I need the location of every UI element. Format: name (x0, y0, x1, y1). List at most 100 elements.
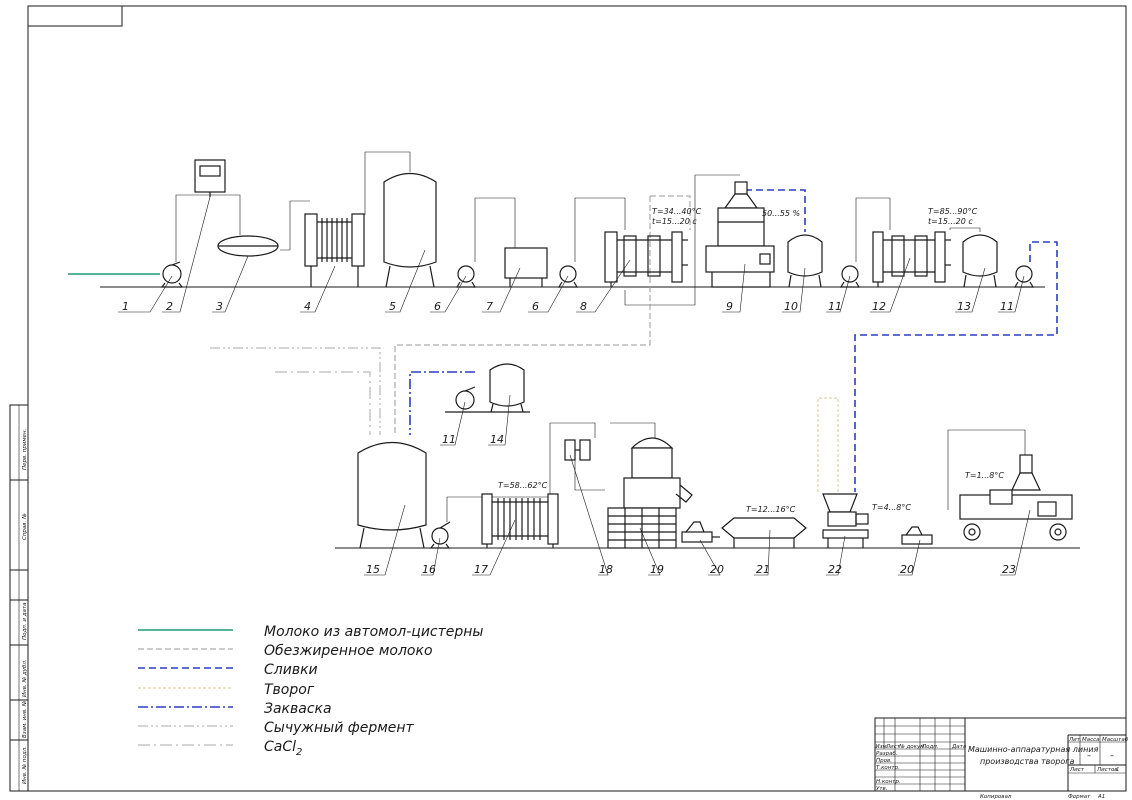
curd-vat-15 (357, 442, 427, 549)
flowmeter-3 (217, 235, 279, 257)
screw-conveyor-20a (681, 521, 720, 543)
annot-t23: T=1...8°C (965, 471, 1004, 480)
control-panel-2 (194, 159, 226, 197)
side-stamp: Перв. примен. Справ. № Подп. и дата Инв.… (9, 404, 29, 792)
pos-2: 2 (166, 300, 173, 313)
tb-row-razrab: Разраб. (876, 751, 898, 757)
tb-sheets-count: 1 (1116, 767, 1120, 773)
storage-tank-5 (383, 172, 437, 288)
position-numbers-bottom: 15 16 17 18 19 20 21 22 20 23 (366, 563, 1016, 576)
annot-t22: T=4...8°C (872, 503, 911, 512)
title-block: Изм. Лист № докум. Подп. Дата Разраб. Пр… (874, 717, 1129, 800)
legend: Молоко из автомол-цистерны Обезжиренное … (138, 624, 484, 758)
curd-press-19 (607, 437, 693, 549)
packaging-machine-23 (959, 454, 1073, 541)
pump-16 (429, 521, 451, 549)
plate-cooler-4 (304, 213, 365, 287)
legend-label-starter: Закваска (264, 701, 332, 717)
pos-6a: 6 (434, 300, 441, 313)
pos-10: 10 (784, 300, 798, 313)
pos-11c: 11 (442, 433, 456, 446)
curd-line (817, 397, 839, 492)
dosing-units-18 (564, 439, 591, 461)
pos-17: 17 (474, 563, 488, 576)
tb-sheets: Листов (1096, 767, 1118, 773)
tb-format-value: A1 (1097, 794, 1105, 800)
side-label-3: Инв. № дубл. (22, 659, 28, 697)
screw-conveyor-20b (901, 526, 933, 545)
tb-sheet: Лист (1069, 767, 1085, 773)
pos-20b: 20 (900, 563, 914, 576)
pump-1 (160, 261, 184, 288)
pos-5: 5 (389, 300, 396, 313)
pos-16: 16 (422, 563, 436, 576)
process-flow-diagram: Перв. примен. Справ. № Подп. и дата Инв.… (9, 5, 1129, 800)
starter-pump-11 (445, 386, 485, 413)
pos-14: 14 (490, 433, 504, 446)
pos-11a: 11 (828, 300, 842, 313)
side-label-1: Справ. № (22, 513, 28, 540)
separator-9 (705, 181, 775, 288)
annot-t17: T=58...62°C (498, 481, 548, 490)
position-numbers-mid: 11 14 (442, 433, 504, 446)
side-label-6: Инв. № подл. (22, 746, 28, 784)
rennet-line (210, 347, 381, 435)
annot-t8-temp: T=34...40°C (652, 207, 702, 216)
annot-t8-time: t=15...20 c (652, 217, 697, 226)
cream-lines (745, 189, 1058, 492)
legend-label-cacl2-sub: 2 (296, 747, 302, 758)
pos-20a: 20 (710, 563, 724, 576)
tb-format: Формат (1068, 794, 1091, 800)
pos-8: 8 (580, 300, 587, 313)
pos-18: 18 (599, 563, 613, 576)
pos-12: 12 (872, 300, 886, 313)
starter-tank-14 (485, 363, 530, 413)
position-numbers-top: 1 2 3 4 5 6 7 6 8 9 10 11 12 13 11 (122, 300, 1014, 313)
tb-col-date: Дата (951, 744, 967, 750)
annot-t12-time: t=15...20 c (928, 217, 973, 226)
legend-label-cream: Сливки (264, 662, 318, 678)
side-label-4: Взам. инв. № (22, 700, 28, 738)
tb-title-line1: Машинно-аппаратурная линия (968, 745, 1099, 754)
tb-col-sign: Подп. (922, 744, 939, 750)
annot-t12-temp: T=85...90°C (928, 207, 978, 216)
legend-label-rennet: Сычужный фермент (264, 720, 415, 736)
pos-15: 15 (366, 563, 380, 576)
tb-row-prov: Пров. (876, 758, 892, 764)
heat-exchanger-17 (481, 493, 559, 548)
tb-title-line2: производства творога (980, 757, 1074, 766)
legend-label-cacl2: CaCl2 (264, 739, 302, 758)
cacl2-line (275, 371, 371, 435)
curd-cooler-21 (721, 517, 807, 548)
pos-7: 7 (486, 300, 493, 313)
pos-22: 22 (828, 563, 842, 576)
baselines (100, 286, 1080, 549)
tb-dash-mass: – (1087, 751, 1091, 760)
pos-1: 1 (122, 300, 129, 313)
pos-23: 23 (1002, 563, 1016, 576)
pos-6b: 6 (532, 300, 539, 313)
legend-label-milk: Молоко из автомол-цистерны (264, 624, 484, 640)
legend-label-cacl2-main: CaCl (264, 739, 296, 755)
annot-sep-fat: 50...55 % (762, 209, 800, 218)
pos-9: 9 (726, 300, 733, 313)
pos-4: 4 (304, 300, 311, 313)
pos-13: 13 (957, 300, 971, 313)
pos-19: 19 (650, 563, 664, 576)
process-lines-top (175, 151, 981, 306)
drawing-frame (27, 5, 1127, 792)
tb-dash-scale: – (1110, 751, 1114, 760)
legend-label-skim: Обезжиренное молоко (264, 643, 433, 659)
balance-tank-7 (504, 247, 548, 287)
tb-row-nkontr: Н.контр. (876, 779, 901, 785)
pos-11b: 11 (1000, 300, 1014, 313)
legend-label-curd: Творог (264, 682, 315, 698)
tb-mass: Масса (1082, 737, 1100, 743)
tb-copied: Копировал (980, 794, 1012, 800)
pos-21: 21 (756, 563, 770, 576)
tb-lit: Лит. (1068, 737, 1082, 743)
mixer-22 (822, 493, 869, 548)
tank-13 (962, 234, 998, 288)
side-label-0: Перв. примен. (22, 428, 28, 470)
side-label-2: Подп. и дата (22, 602, 28, 640)
